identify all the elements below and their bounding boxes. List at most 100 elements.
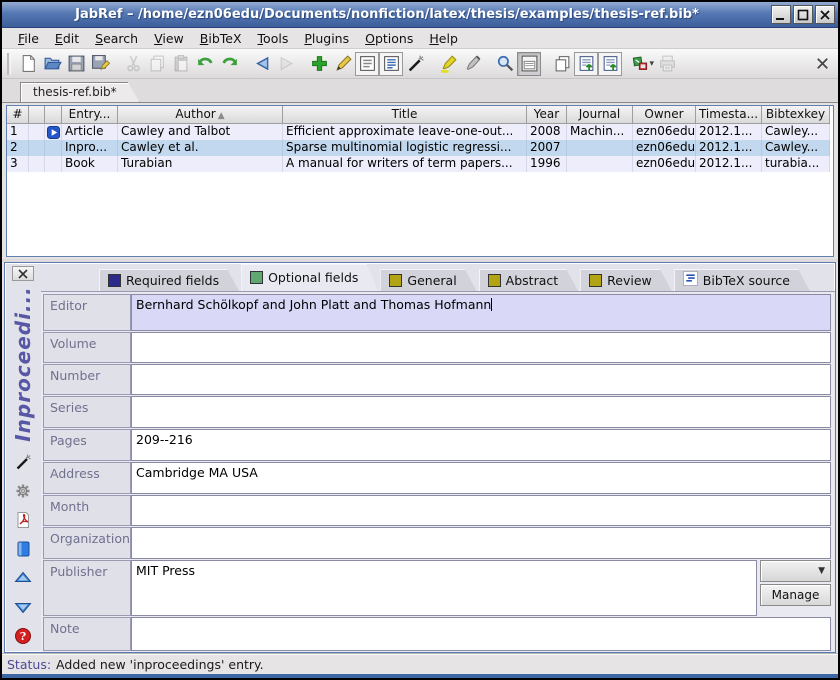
menu-options[interactable]: Options [357,29,421,48]
column-header-Owner[interactable]: Owner [633,106,696,124]
redo-icon[interactable] [217,52,241,76]
arrow-up-icon[interactable] [13,568,33,588]
copy-bibtex-key-icon[interactable] [550,52,574,76]
cell-num[interactable]: 3 [7,156,29,172]
column-header-Author[interactable]: Author▲ [118,106,283,124]
tab-bibtex-source[interactable]: BibTeX source [674,269,810,291]
publisher-preset-dropdown[interactable]: ▼ [760,560,831,582]
save-database-icon[interactable] [64,52,88,76]
cell-title[interactable]: A manual for writers of term papers... [283,156,527,172]
menu-view[interactable]: View [146,29,192,48]
cleanup-wizard-icon[interactable] [403,52,427,76]
column-header-Journal[interactable]: Journal [567,106,633,124]
cell-year[interactable]: 2008 [527,124,567,140]
column-header-Bibtexkey[interactable]: Bibtexkey [762,106,830,124]
cell-file_icon[interactable] [45,140,62,156]
cell-title[interactable]: Sparse multinomial logistic regressi... [283,140,527,156]
openoffice-connect-icon[interactable]: ▾ [631,52,655,76]
field-input-address[interactable]: Cambridge MA USA [131,462,831,494]
cell-timestamp[interactable]: 2012.1... [696,140,762,156]
menu-file[interactable]: File [10,29,47,48]
menu-edit[interactable]: Edit [47,29,87,48]
cell-bibtexkey[interactable]: turabia... [762,156,830,172]
menu-tools[interactable]: Tools [250,29,297,48]
open-database-icon[interactable] [40,52,64,76]
cell-timestamp[interactable]: 2012.1... [696,156,762,172]
column-header-Entry...[interactable]: Entry... [62,106,118,124]
column-header-Year[interactable]: Year [527,106,567,124]
cell-author[interactable]: Cawley et al. [118,140,283,156]
tab-required-fields[interactable]: Required fields [99,269,239,291]
toggle-preview-icon[interactable] [355,52,379,76]
cell-bibtexkey[interactable]: Cawley... [762,140,830,156]
cell-journal[interactable]: Machin... [567,124,633,140]
new-entry-icon[interactable] [307,52,331,76]
maximize-icon[interactable] [793,5,813,24]
push-to-emacs-icon[interactable] [598,52,622,76]
file-icon[interactable] [13,539,33,559]
undo-icon[interactable] [193,52,217,76]
cell-journal[interactable] [567,156,633,172]
toolbar-handle[interactable] [7,53,11,75]
pdf-icon[interactable] [13,510,33,530]
cell-marked[interactable] [29,124,45,140]
gear-icon[interactable] [13,481,33,501]
database-tab[interactable]: thesis-ref.bib* [20,82,140,102]
menu-help[interactable]: Help [421,29,466,48]
column-header-#[interactable]: # [7,106,29,124]
arrow-down-icon[interactable] [13,597,33,617]
manage-button[interactable]: Manage [760,584,831,606]
edit-entry-icon[interactable] [331,52,355,76]
cell-timestamp[interactable]: 2012.1... [696,124,762,140]
mark-entries-icon[interactable] [436,52,460,76]
field-input-month[interactable] [131,495,831,526]
cell-entrytype[interactable]: Inpro... [62,140,118,156]
dropdown-caret-icon[interactable]: ▾ [649,59,654,69]
cell-owner[interactable]: ezn06edu [633,124,696,140]
cell-year[interactable]: 1996 [527,156,567,172]
menu-bibtex[interactable]: BibTeX [192,29,250,48]
cell-owner[interactable]: ezn06edu [633,140,696,156]
tab-review[interactable]: Review [580,269,672,291]
field-input-publisher[interactable]: MIT Press [131,560,757,616]
toggle-groups-icon[interactable] [379,52,403,76]
push-to-lyx-icon[interactable] [574,52,598,76]
cell-file_icon[interactable] [45,156,62,172]
cell-marked[interactable] [29,140,45,156]
column-header-Timesta...[interactable]: Timesta... [696,106,762,124]
menu-search[interactable]: Search [87,29,146,48]
wand-icon[interactable] [13,452,33,472]
cell-entrytype[interactable]: Book [62,156,118,172]
field-input-editor[interactable]: Bernhard Schölkopf and John Platt and Th… [131,294,831,331]
cell-entrytype[interactable]: Article [62,124,118,140]
title-bar[interactable]: JabRef – /home/ezn06edu/Documents/nonfic… [2,2,838,28]
field-input-series[interactable] [131,396,831,428]
cell-num[interactable]: 2 [7,140,29,156]
toggle-search-panel-icon[interactable] [517,52,541,76]
tab-optional-fields[interactable]: Optional fields [241,264,378,291]
minimize-icon[interactable] [771,5,791,24]
field-input-number[interactable] [131,364,831,395]
cell-year[interactable]: 2007 [527,140,567,156]
field-input-pages[interactable]: 209--216 [131,429,831,461]
cell-bibtexkey[interactable]: Cawley... [762,124,830,140]
help-icon[interactable]: ? [13,626,33,646]
cell-author[interactable]: Turabian [118,156,283,172]
column-header-icon[interactable] [45,106,62,124]
cell-journal[interactable] [567,140,633,156]
entry-table[interactable]: #Entry...Author▲TitleYearJournalOwnerTim… [6,105,834,257]
tab-general[interactable]: General [380,269,476,291]
table-row[interactable]: 3 BookTurabianA manual for writers of ter… [7,156,833,172]
field-input-organization[interactable] [131,527,831,559]
unmark-entries-icon[interactable] [460,52,484,76]
save-as-icon[interactable] [88,52,112,76]
cell-num[interactable]: 1 [7,124,29,140]
cell-marked[interactable] [29,156,45,172]
tab-abstract[interactable]: Abstract [479,269,578,291]
close-icon[interactable] [815,5,835,24]
cell-author[interactable]: Cawley and Talbot [118,124,283,140]
field-input-volume[interactable] [131,332,831,363]
menu-plugins[interactable]: Plugins [296,29,357,48]
column-header-icon[interactable] [29,106,45,124]
cell-title[interactable]: Efficient approximate leave-one-out... [283,124,527,140]
